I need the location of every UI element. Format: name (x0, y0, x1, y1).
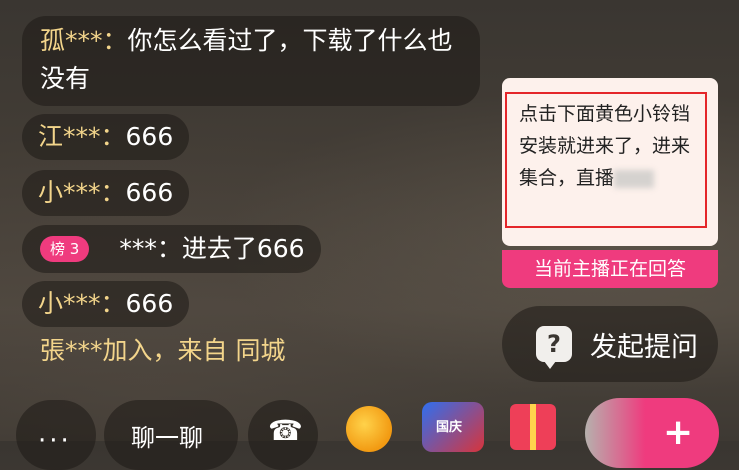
comment-item: 小***：666 (22, 170, 190, 216)
fan-club-icon[interactable] (346, 406, 392, 452)
pinned-question-card[interactable]: 点击下面黄色小铃铛安装就进来了，进来集合，直播 (502, 78, 718, 246)
comment-username: 小***： (38, 178, 126, 207)
comment-username: 江***： (38, 122, 126, 151)
comment-username: 孤***： (40, 26, 128, 55)
national-day-gift-icon[interactable]: 国庆 (422, 402, 484, 452)
comment-username: ***： (119, 234, 182, 263)
video-call-icon: ☎ (268, 414, 303, 447)
comment-text: 666 (125, 178, 174, 207)
comment-list[interactable]: 孤***：你怎么看过了，下载了什么也没有 江***：666 小***：666 榜… (0, 0, 500, 441)
comment-text: 进去了666 (181, 234, 305, 263)
comment-text: 666 (125, 122, 174, 151)
more-dots-icon: ··· (38, 426, 72, 456)
pinned-question-text-box: 点击下面黄色小铃铛安装就进来了，进来集合，直播 (505, 92, 707, 228)
comment-username: 小***： (38, 289, 126, 318)
pinned-question-text: 点击下面黄色小铃铛安装就进来了，进来集合，直播 (519, 103, 691, 189)
bottom-toolbar: ··· 聊一聊 ☎ 国庆 + (0, 392, 739, 470)
national-day-label: 国庆 (436, 420, 463, 435)
more-button[interactable]: ··· (16, 400, 96, 470)
answering-status-badge: 当前主播正在回答 (502, 250, 718, 288)
question-bubble-icon: ? (536, 326, 572, 369)
chat-input-button[interactable]: 聊一聊 (104, 400, 238, 470)
comment-item: 小***：666 (22, 281, 190, 327)
gift-box-icon[interactable] (510, 404, 556, 450)
join-notification: 張***加入，来自 同城 (40, 336, 286, 365)
comment-item: 孤***：你怎么看过了，下载了什么也没有 (22, 16, 480, 106)
plus-button[interactable]: + (585, 398, 719, 468)
chat-input-label: 聊一聊 (131, 424, 203, 452)
rank-badge: 榜 3 (40, 236, 90, 262)
comment-item: 江***：666 (22, 114, 190, 160)
ask-question-label: 发起提问 (590, 331, 698, 363)
plus-icon: + (663, 412, 694, 453)
comment-text: 666 (125, 289, 174, 318)
video-call-button[interactable]: ☎ (248, 400, 318, 470)
blurred-redaction (614, 169, 655, 188)
ask-question-button[interactable]: ? 发起提问 (502, 306, 718, 382)
comment-item: 榜 3 ***： 进去了666 (22, 225, 321, 273)
